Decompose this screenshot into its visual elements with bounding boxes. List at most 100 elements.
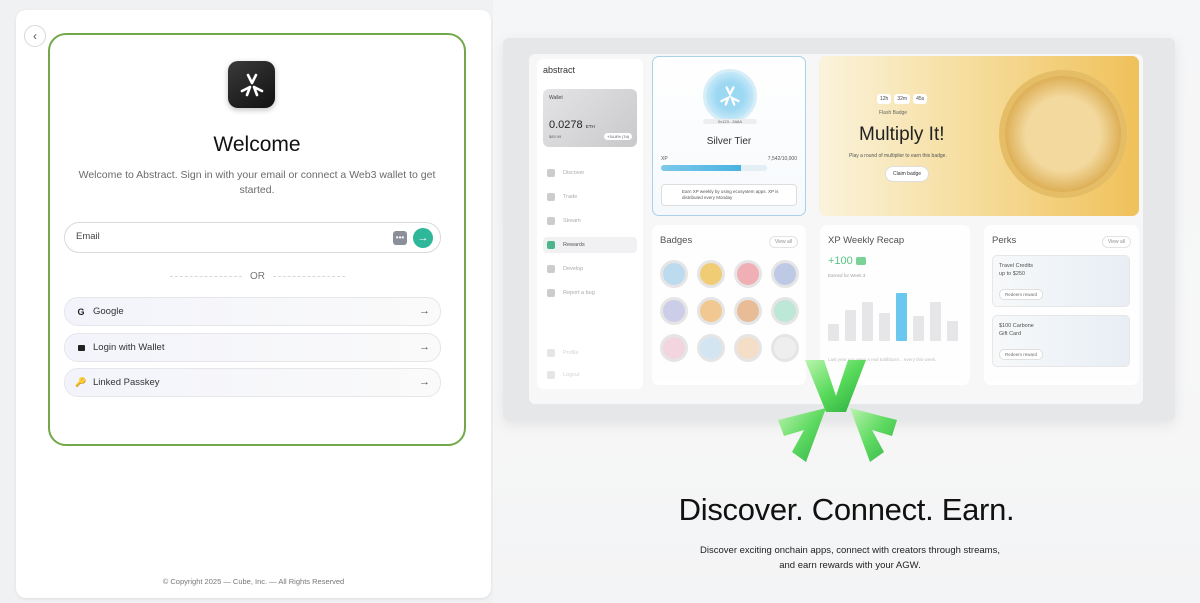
badge-item xyxy=(660,297,688,325)
google-login-button[interactable]: G Google → xyxy=(64,297,441,326)
preview-nav-stream: Stream xyxy=(543,213,637,229)
copyright-text: © Copyright 2025 — Cube, Inc. — All Righ… xyxy=(162,577,345,586)
perks-view-all: View all xyxy=(1101,236,1131,248)
key-icon: 🔑 xyxy=(75,377,87,387)
badge-item xyxy=(697,297,725,325)
gift-icon xyxy=(547,241,555,249)
wallet-unit: ETH xyxy=(585,124,595,129)
promo-timer: 12h 32m 45s xyxy=(877,94,928,104)
code-icon xyxy=(547,265,555,273)
perk-card: $100 Carbone Gift Card Redeem reward xyxy=(992,315,1130,367)
recap-title: XP Weekly Recap xyxy=(828,235,905,246)
timer-seconds: 45s xyxy=(913,94,928,104)
perk-subtitle: Gift Card xyxy=(999,331,1022,337)
flash-badge-label: Flash Badge xyxy=(879,110,908,116)
recap-bar xyxy=(913,316,924,341)
badge-item xyxy=(697,260,725,288)
nav-label: Trade xyxy=(563,194,578,200)
arrow-right-icon: → xyxy=(419,376,430,388)
abstract-3d-logo xyxy=(778,360,897,462)
preview-nav-develop: Develop xyxy=(543,261,637,277)
logout-icon xyxy=(547,371,555,379)
badge-grid xyxy=(660,260,799,362)
wallet-amount-value: 0.0278 xyxy=(549,119,583,131)
nav-label: Logout xyxy=(563,372,580,378)
preview-sidebar: abstract Wallet 0.0278 ETH $85.99 +34.8%… xyxy=(537,59,643,389)
recap-bar xyxy=(947,321,958,341)
redeem-button: Redeem reward xyxy=(999,349,1044,360)
arrow-right-icon: → xyxy=(419,341,430,353)
wallet-login-button[interactable]: Login with Wallet → xyxy=(64,333,441,362)
badge-item xyxy=(734,334,762,362)
recap-bar xyxy=(828,324,839,341)
option-label: Linked Passkey xyxy=(93,377,160,388)
promo-title: Multiply It! xyxy=(859,124,945,145)
perk-title: $100 Carbone xyxy=(999,323,1034,329)
recap-bar xyxy=(930,302,941,341)
stream-icon xyxy=(547,217,555,225)
passkey-login-button[interactable]: 🔑 Linked Passkey → xyxy=(64,368,441,397)
perk-subtitle: up to $250 xyxy=(999,271,1025,277)
user-icon xyxy=(547,349,555,357)
xp-label: XP xyxy=(661,156,668,162)
tier-name: Silver Tier xyxy=(706,136,752,147)
preview-nav-logout: Logout xyxy=(543,367,637,383)
chevron-left-icon: ‹ xyxy=(33,29,37,43)
password-manager-icon[interactable]: ••• xyxy=(393,231,407,245)
recap-bar xyxy=(879,313,890,341)
silver-tier-badge xyxy=(703,69,757,123)
preview-brand: abstract xyxy=(543,65,576,75)
compass-icon xyxy=(547,169,555,177)
wallet-amount: 0.0278 ETH xyxy=(549,119,595,131)
badge-item xyxy=(734,260,762,288)
nav-label: Develop xyxy=(563,266,584,272)
preview-nav-discover: Discover xyxy=(543,165,637,181)
perk-title: Travel Credits xyxy=(999,263,1034,269)
swap-icon xyxy=(547,193,555,201)
trend-up-icon xyxy=(855,257,866,266)
abstract-logo-icon xyxy=(240,73,263,96)
badge-item xyxy=(771,297,799,325)
email-field[interactable]: ••• → xyxy=(64,222,441,253)
perk-text: Travel Credits up to $250 xyxy=(999,262,1033,278)
badge-item xyxy=(734,297,762,325)
recap-value-text: +100 xyxy=(828,255,853,267)
submit-email-button[interactable]: → xyxy=(413,228,433,248)
badge-item xyxy=(771,260,799,288)
preview-promo-card: 12h 32m 45s Flash Badge Multiply It! Pla… xyxy=(819,56,1139,216)
arrow-right-icon: → xyxy=(419,305,430,317)
back-button[interactable]: ‹ xyxy=(24,25,46,47)
badge-item xyxy=(697,334,725,362)
login-form-container: Welcome Welcome to Abstract. Sign in wit… xyxy=(48,33,466,446)
preview-perks-panel: Perks View all Travel Credits up to $250 … xyxy=(984,225,1139,385)
timer-hours: 12h xyxy=(877,94,892,104)
arrow-right-icon: → xyxy=(417,232,429,244)
perk-text: $100 Carbone Gift Card xyxy=(999,322,1034,338)
preview-wallet-card: Wallet 0.0278 ETH $85.99 +34.8% (7d) xyxy=(543,89,637,147)
divider-line xyxy=(273,276,345,277)
redeem-button: Redeem reward xyxy=(999,289,1044,300)
preview-nav-profile: Profile xyxy=(543,345,637,361)
nav-label: Discover xyxy=(563,170,585,176)
recap-bar xyxy=(896,293,907,341)
option-label: Google xyxy=(93,306,124,317)
page-title: Welcome xyxy=(213,133,301,156)
recap-subtitle: Earned for Week 3 xyxy=(828,273,866,278)
dice-coin-image xyxy=(1005,76,1121,192)
xp-progress-fill xyxy=(661,165,741,171)
xp-progress-bar xyxy=(661,165,767,171)
tier-address: 0x123...3A6A xyxy=(703,119,757,124)
wallet-label: Wallet xyxy=(549,95,563,101)
nav-label: Report a bug xyxy=(563,290,595,296)
email-input[interactable] xyxy=(76,231,376,242)
badge-item xyxy=(660,334,688,362)
google-icon: G xyxy=(77,306,85,317)
preview-nav-rewards: Rewards xyxy=(543,237,637,253)
xp-value: 7,542/10,000 xyxy=(767,156,797,162)
badges-title: Badges xyxy=(660,235,693,246)
claim-badge-button: Claim badge xyxy=(885,166,930,182)
xp-note: Earn XP weekly by using ecosystem apps. … xyxy=(661,184,797,206)
wallet-icon xyxy=(74,344,88,351)
badges-view-all: View all xyxy=(768,236,798,248)
wallet-usd: $85.99 xyxy=(549,134,562,139)
